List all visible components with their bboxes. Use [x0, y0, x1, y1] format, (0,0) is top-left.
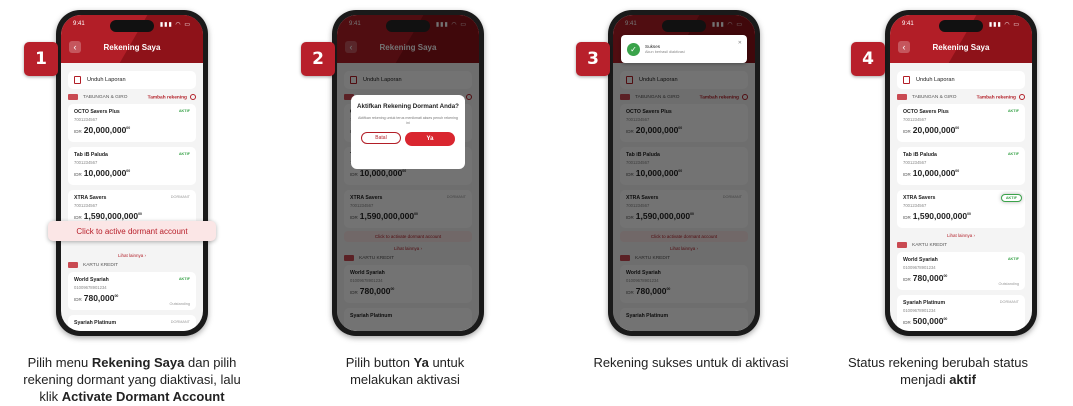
step-caption: Status rekening berubah status menjadi a… — [848, 355, 1028, 387]
account-card[interactable]: OCTO Savers Plus 7001234567 IDR20,000,00… — [897, 104, 1025, 143]
toast-title: Sukses — [645, 44, 661, 49]
status-badge: AKTIF — [178, 152, 190, 157]
dynamic-island — [386, 20, 430, 32]
dialog-text: Aktifkan rekening untuk terus menikmati … — [358, 116, 458, 125]
step-number-badge: 2 — [301, 42, 335, 76]
plus-icon — [1019, 94, 1025, 100]
success-toast: ✓ Sukses Akun berhasil diaktivasi ✕ — [621, 35, 747, 63]
phone-frame: 9:41▮▮▮ ◠ ▭ ‹ Rekening Saya Unduh Lapora… — [56, 10, 208, 336]
credit-card-icon — [68, 262, 78, 269]
download-report-row[interactable]: Unduh Laporan — [68, 71, 196, 89]
bank-card-icon — [68, 94, 78, 101]
status-badge: DORMANT — [170, 320, 190, 325]
status-badge-active: AKTIF — [1000, 194, 1022, 203]
section-header-credit: KARTU KREDIT — [897, 242, 1025, 249]
phone-frame: 9:41▮▮▮ ◠ ▭ ‹ Rekening Saya Unduh Lapora… — [608, 10, 760, 336]
step-3: 3 9:41▮▮▮ ◠ ▭ ‹ Rekening Saya Unduh Lapo… — [540, 0, 810, 406]
account-card[interactable]: OCTO Savers Plus 7001234567 IDR20,000,00… — [68, 104, 196, 143]
step-caption: Pilih menu Rekening Saya dan pilih reken… — [23, 355, 241, 404]
section-header-credit: KARTU KREDIT — [68, 262, 196, 269]
step-4: 4 9:41 ▮▮▮ ◠ ▭ ‹ Rekening Saya Unduh Lapo… — [803, 0, 1073, 406]
page-title: Rekening Saya — [932, 43, 990, 52]
confirm-yes-button[interactable]: Ya — [405, 132, 455, 146]
status-badge: AKTIF — [1007, 109, 1019, 114]
credit-card[interactable]: Syariah Platinum 01009678901234 IDR 500,0… — [897, 295, 1025, 331]
account-card-activated[interactable]: XTRA Savers 7001234567 IDR 1,590,000,0000… — [897, 190, 1025, 229]
see-more-link[interactable]: Lihat lainnya › — [68, 253, 196, 258]
phone-screen: 9:41▮▮▮ ◠ ▭ ‹ Rekening Saya Unduh Lapora… — [890, 15, 1032, 331]
step-caption: Rekening sukses untuk di aktivasi — [593, 355, 789, 370]
status-badge: AKTIF — [178, 109, 190, 114]
activate-dormant-callout[interactable]: Click to active dormant account — [48, 221, 216, 241]
step-number-badge: 1 — [24, 42, 58, 76]
credit-card-icon — [897, 242, 907, 249]
bank-card-icon — [897, 94, 907, 101]
document-icon — [903, 76, 910, 84]
check-circle-icon: ✓ — [627, 42, 640, 56]
step-1: 1 9:41 ▮▮▮ ◠ ▭ ‹ Rekening Saya Unduh Lapo… — [0, 0, 270, 406]
status-badge: DORMANT — [999, 300, 1019, 305]
page-title: Rekening Saya — [103, 43, 161, 52]
toast-message: Akun berhasil diaktivasi — [645, 50, 685, 54]
add-account-link[interactable]: Tambah rekening — [977, 94, 1025, 100]
account-card[interactable]: Tab iB Paluda 7001234567 IDR 10,000,00000… — [897, 147, 1025, 186]
phone-screen: 9:41▮▮▮ ◠ ▭ ‹ Rekening Saya Unduh Lapora… — [61, 15, 203, 331]
close-icon[interactable]: ✕ — [738, 40, 742, 46]
step-number-badge: 3 — [576, 42, 610, 76]
dialog-title: Aktifkan Rekening Dormant Anda? — [357, 103, 459, 110]
credit-card[interactable]: World Syariah 01009678901234 IDR780,0000… — [68, 272, 196, 311]
document-icon — [74, 76, 81, 84]
step-number-badge: 4 — [851, 42, 885, 76]
see-more-link[interactable]: Lihat lainnya › — [897, 233, 1025, 238]
section-header-savings: TABUNGAN & GIROTambah rekening — [68, 94, 196, 100]
phone-screen: 9:41▮▮▮ ◠ ▭ ‹ Rekening Saya Unduh Lapora… — [337, 15, 479, 331]
step-2: 2 9:41▮▮▮ ◠ ▭ ‹ Rekening Saya Unduh Lapo… — [270, 0, 540, 406]
section-header-savings: TABUNGAN & GIROTambah rekening — [897, 94, 1025, 100]
phone-frame: 9:41▮▮▮ ◠ ▭ ‹ Rekening Saya Unduh Lapora… — [332, 10, 484, 336]
confirm-dialog: Aktifkan Rekening Dormant Anda? Aktifkan… — [351, 95, 465, 169]
plus-icon — [190, 94, 196, 100]
credit-card[interactable]: Syariah Platinum DORMANT — [68, 315, 196, 331]
download-report-row[interactable]: Unduh Laporan — [897, 71, 1025, 89]
phone-screen: 9:41▮▮▮ ◠ ▭ ‹ Rekening Saya Unduh Lapora… — [613, 15, 755, 331]
dynamic-island — [939, 20, 983, 32]
phone-frame: 9:41▮▮▮ ◠ ▭ ‹ Rekening Saya Unduh Lapora… — [885, 10, 1037, 336]
add-account-link[interactable]: Tambah rekening — [148, 94, 196, 100]
credit-card[interactable]: World Syariah 01009678901234 IDR780,0000… — [897, 252, 1025, 291]
status-badge: AKTIF — [1007, 152, 1019, 157]
dynamic-island — [110, 20, 154, 32]
modal-backdrop — [337, 15, 479, 331]
account-card[interactable]: Tab iB Paluda 7001234567 IDR 10,000,00000… — [68, 147, 196, 186]
cancel-button[interactable]: Batal — [361, 132, 401, 144]
status-badge: DORMANT — [170, 195, 190, 200]
status-badge: AKTIF — [1007, 257, 1019, 262]
dynamic-island — [662, 20, 706, 32]
status-badge: AKTIF — [178, 277, 190, 282]
step-caption: Pilih button Ya untuk melakukan aktivasi — [345, 355, 465, 387]
